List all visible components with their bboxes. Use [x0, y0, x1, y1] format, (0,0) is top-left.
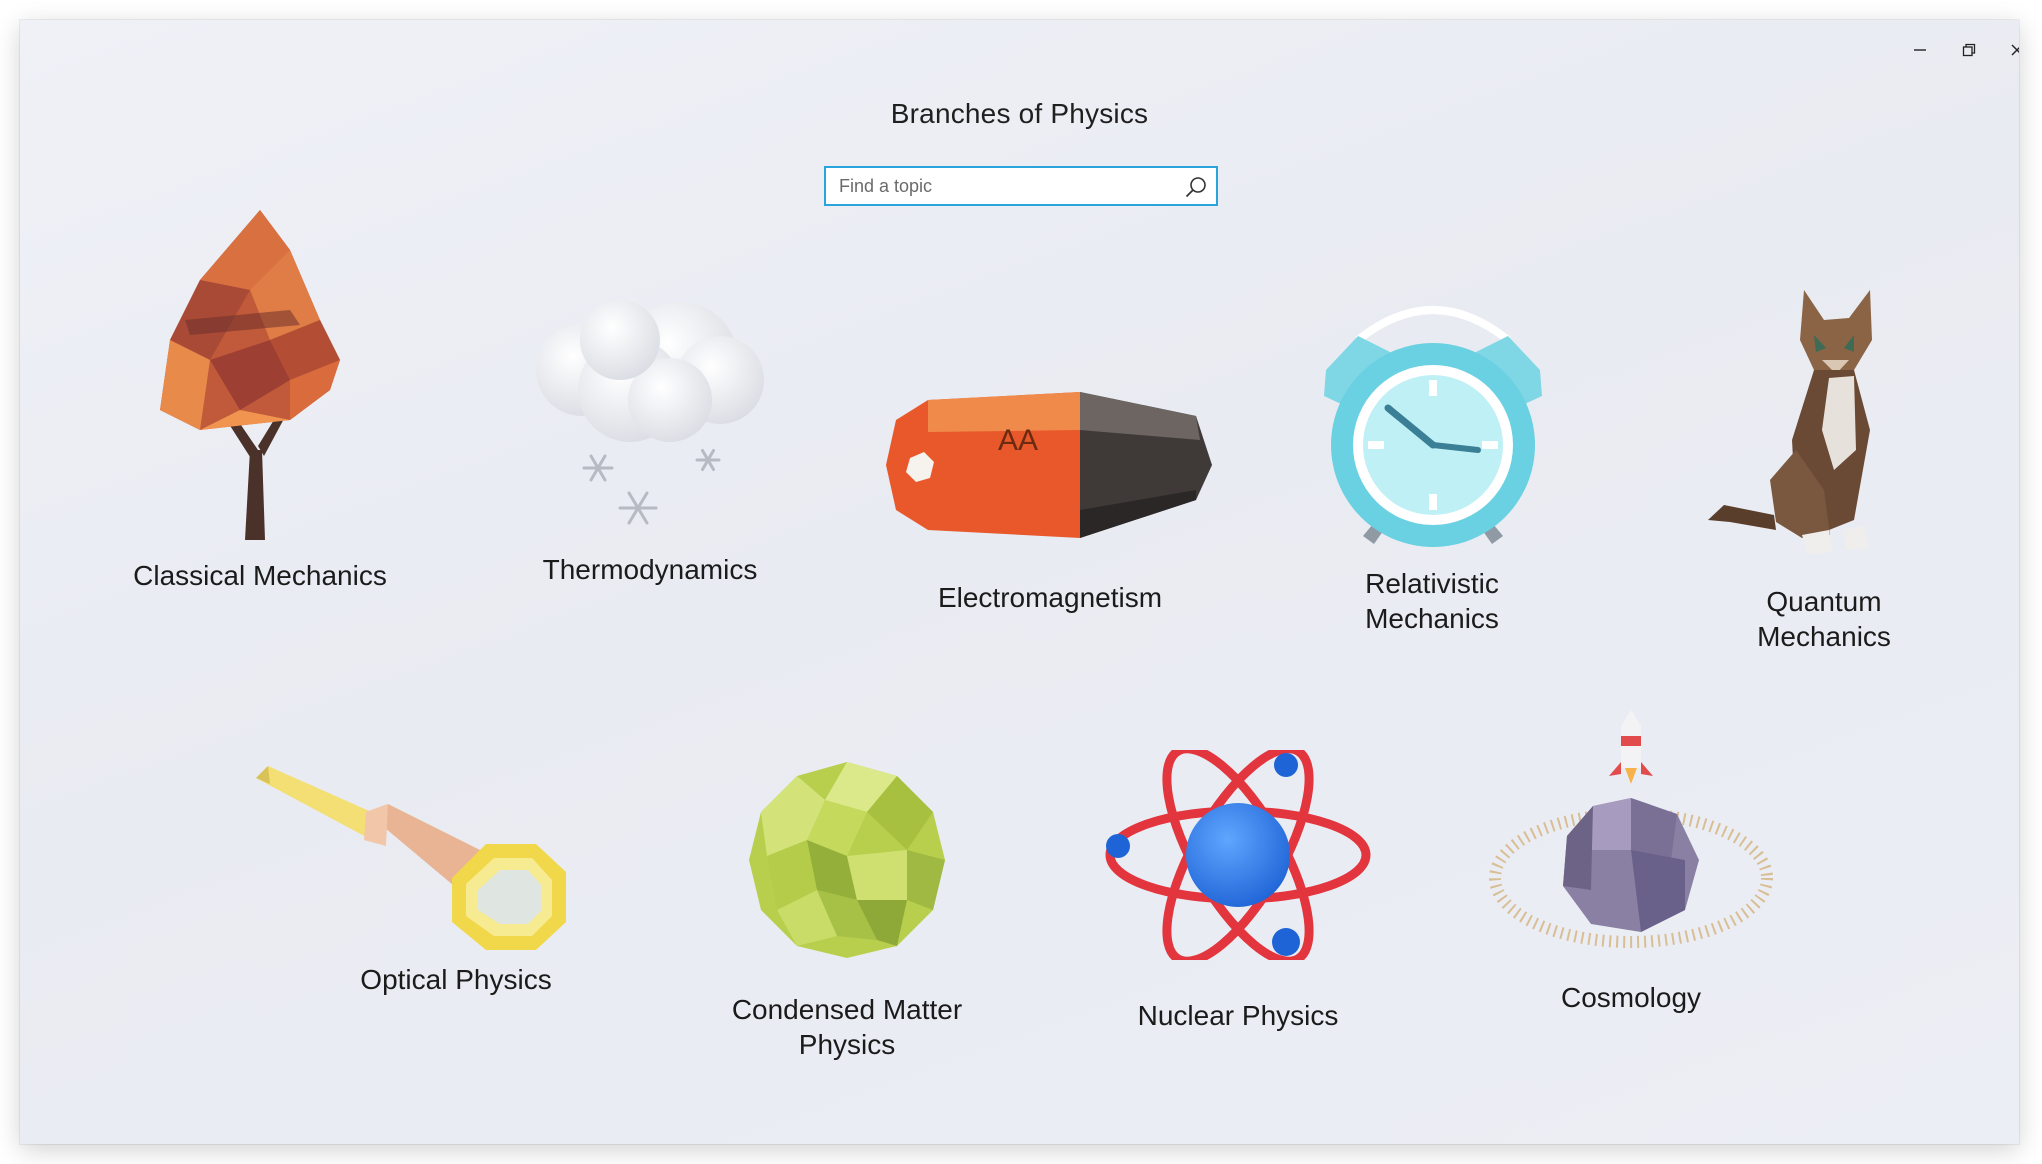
crystal-sphere-icon	[749, 762, 945, 958]
restore-icon	[1962, 43, 1976, 57]
topic-label: Electromagnetism	[937, 582, 1163, 613]
battery-label: AA	[998, 424, 1038, 457]
topic-tile-electromagnetism[interactable]: AA Electromagnetism	[880, 370, 1220, 620]
restore-button[interactable]	[1949, 34, 1989, 66]
tree-icon	[160, 210, 340, 540]
topic-tile-thermodynamics[interactable]: Thermodynamics	[500, 270, 800, 620]
app-window: Branches of Physics Classical Mechanics	[20, 20, 2019, 1144]
topic-tile-cosmology[interactable]: Cosmology	[1481, 710, 1781, 1040]
alarm-clock-icon	[1324, 306, 1542, 547]
close-icon	[2011, 44, 2019, 56]
search-input[interactable]	[826, 168, 1169, 204]
topic-label: Thermodynamics	[542, 554, 758, 585]
topic-tile-optical-physics[interactable]: Optical Physics	[256, 740, 606, 1030]
minimize-icon	[1914, 49, 1926, 51]
topic-tile-quantum-mechanics[interactable]: Quantum Mechanics	[1674, 290, 1974, 670]
battery-icon: AA	[886, 392, 1212, 538]
close-button[interactable]	[1997, 34, 2019, 66]
search-box[interactable]	[824, 166, 1218, 206]
snow-cloud-icon	[536, 300, 764, 525]
topic-tile-relativistic-mechanics[interactable]: Relativistic Mechanics	[1282, 280, 1582, 660]
topic-label: Optical Physics	[360, 964, 552, 995]
topic-tile-nuclear-physics[interactable]: Nuclear Physics	[1088, 750, 1388, 1050]
search-icon[interactable]	[1184, 175, 1208, 199]
topic-label: Cosmology	[1560, 982, 1702, 1013]
planet-rocket-icon	[1489, 710, 1773, 948]
topic-tile-condensed-matter-physics[interactable]: Condensed Matter Physics	[697, 760, 997, 1080]
cat-icon	[1708, 290, 1872, 554]
minimize-button[interactable]	[1900, 34, 1940, 66]
topic-tile-classical-mechanics[interactable]: Classical Mechanics	[110, 210, 410, 620]
topic-label: Nuclear Physics	[1137, 1000, 1339, 1031]
topic-label: Quantum Mechanics	[1757, 586, 1891, 652]
topic-label: Classical Mechanics	[133, 560, 387, 591]
topic-label: Condensed Matter Physics	[731, 994, 963, 1060]
atom-icon	[1105, 750, 1371, 960]
page-title: Branches of Physics	[890, 98, 1149, 129]
topic-label: Relativistic Mechanics	[1365, 568, 1499, 634]
telescope-icon	[256, 766, 566, 950]
